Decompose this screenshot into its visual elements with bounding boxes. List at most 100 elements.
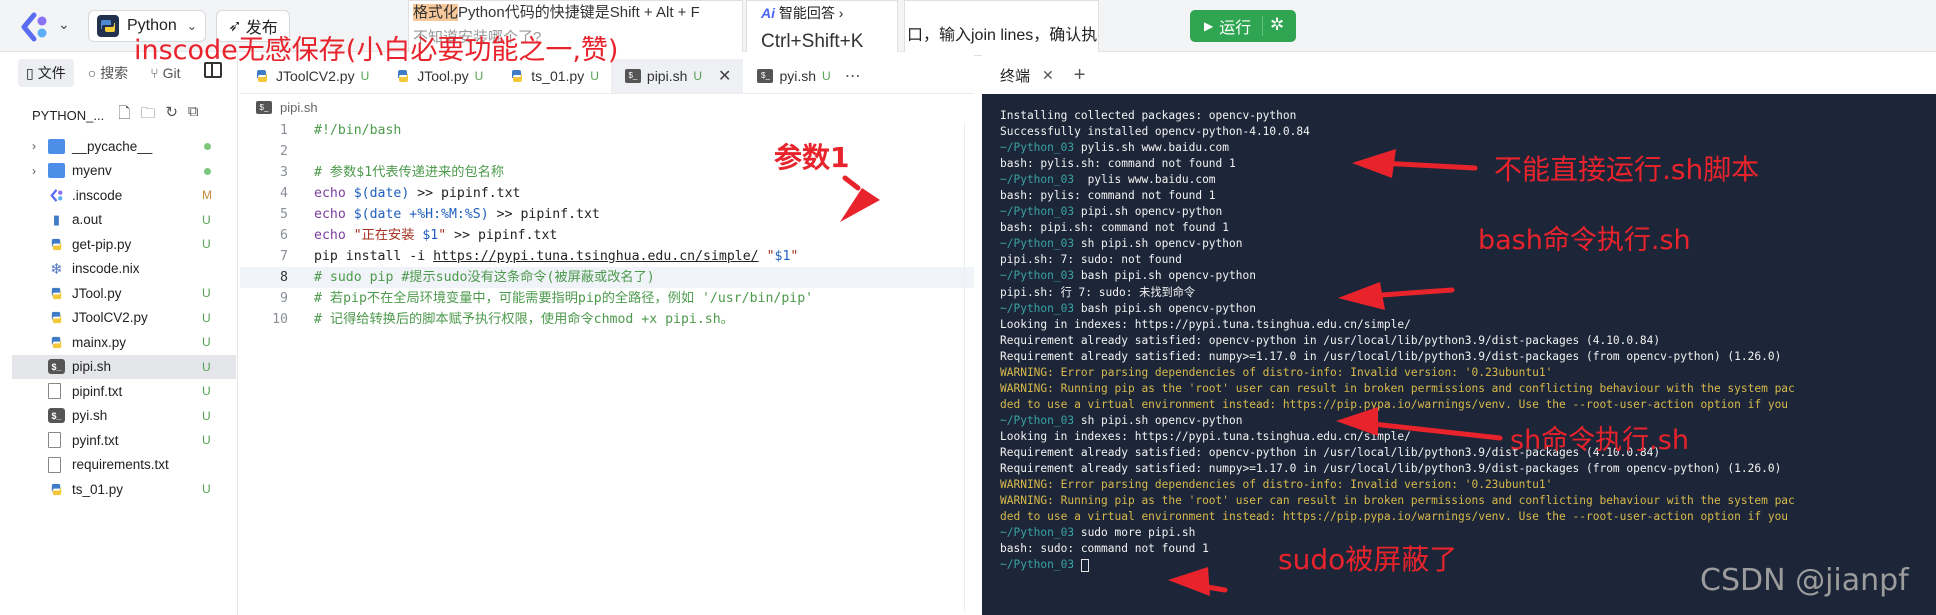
- git-icon: ⑂: [150, 65, 159, 81]
- more-tabs-icon[interactable]: ⋯: [845, 66, 861, 86]
- close-icon[interactable]: ✕: [1042, 67, 1054, 84]
- terminal-prompt: ~/Python_03: [1000, 269, 1075, 283]
- file-item[interactable]: $_ pyi.sh U: [12, 404, 236, 429]
- tab-label: 文件: [37, 65, 66, 81]
- file-item[interactable]: get-pip.py U: [12, 232, 236, 257]
- git-status-badge: U: [474, 68, 484, 83]
- file-item[interactable]: JToolCV2.py U: [12, 306, 236, 331]
- tip-card-ai[interactable]: Ai 智能回答 › Ctrl+Shift+K: [746, 0, 898, 56]
- breadcrumb[interactable]: $_ pipi.sh: [256, 100, 318, 115]
- terminal-prompt: ~/Python_03: [1000, 173, 1075, 187]
- terminal-line: Successfully installed opencv-python-4.1…: [1000, 125, 1310, 139]
- tip-card-join[interactable]: 口，输入join lines，确认执: [904, 0, 1099, 56]
- refresh-icon[interactable]: ↻: [165, 103, 178, 128]
- line-number: 1: [280, 123, 288, 138]
- editor-tab[interactable]: $_ pyi.sh U: [743, 59, 842, 93]
- tab-search[interactable]: ○ 搜索: [80, 59, 136, 87]
- run-button[interactable]: ▶ 运行 ✲: [1190, 10, 1296, 42]
- close-icon[interactable]: ✕: [718, 66, 731, 86]
- file-item[interactable]: ❄ inscode.nix: [12, 257, 236, 282]
- python-file-icon: [51, 336, 62, 348]
- folder-item[interactable]: › ■ myenv: [12, 159, 236, 184]
- editor-scrollbar[interactable]: [964, 122, 974, 612]
- file-item[interactable]: $_ pipi.sh U: [12, 354, 236, 379]
- new-folder-icon[interactable]: 🗀: [140, 103, 155, 128]
- chevron-down-icon[interactable]: ⌄: [58, 16, 70, 33]
- file-item[interactable]: pyinf.txt U: [12, 428, 236, 453]
- terminal-tab-label: 终端: [1000, 67, 1031, 85]
- file-name: JToolCV2.py: [72, 310, 148, 326]
- ai-icon: Ai: [761, 5, 775, 21]
- terminal-line: ~/Python_03 bash pipi.sh opencv-python: [1000, 268, 1936, 284]
- file-item[interactable]: ▮ a.out U: [12, 208, 236, 233]
- line-text: pip install -i https://pypi.tuna.tsinghu…: [314, 249, 799, 264]
- python-file-icon: [51, 238, 62, 250]
- watermark: CSDN @jianpf: [1700, 563, 1909, 598]
- shell-file-icon: $_: [48, 359, 65, 375]
- tab-terminal[interactable]: 终端 ✕: [982, 65, 1068, 86]
- file-item[interactable]: ts_01.py U: [12, 477, 236, 502]
- annotation-cannot-run: 不能直接运行.sh脚本: [1494, 153, 1760, 186]
- file-item[interactable]: pipinf.txt U: [12, 379, 236, 404]
- add-terminal-icon[interactable]: +: [1074, 64, 1086, 87]
- file-item[interactable]: requirements.txt: [12, 453, 236, 478]
- code-line: 6 echo "正在安装 $1" >> pipinf.txt: [240, 225, 974, 246]
- file-item[interactable]: .inscode M: [12, 183, 236, 208]
- tab-files[interactable]: ▯ 文件: [18, 59, 74, 87]
- terminal-command: bash pipi.sh opencv-python: [1074, 269, 1256, 283]
- git-status-badge: U: [360, 68, 370, 83]
- line-number: 5: [280, 207, 288, 222]
- python-file-icon: [51, 287, 62, 299]
- terminal-tabs: 终端 ✕ +: [982, 58, 1936, 92]
- inscode-logo-icon[interactable]: [20, 12, 50, 42]
- file-name: a.out: [72, 212, 103, 228]
- shell-file-icon: $_: [48, 408, 65, 424]
- file-item[interactable]: JTool.py U: [12, 281, 236, 306]
- file-name: ts_01.py: [72, 481, 124, 497]
- folder-icon: ■: [48, 163, 65, 179]
- terminal-command: pipi.sh opencv-python: [1074, 205, 1223, 219]
- python-file-icon: [51, 483, 62, 495]
- terminal-line: Requirement already satisfied: numpy>=1.…: [1000, 349, 1782, 363]
- terminal-command: pylis.sh www.baidu.com: [1074, 141, 1230, 155]
- folder-item[interactable]: › ■ __pycache__: [12, 134, 236, 159]
- file-name: .inscode: [72, 187, 123, 203]
- file-name: inscode.nix: [72, 261, 140, 277]
- git-status-badge: U: [202, 310, 211, 325]
- file-name: mainx.py: [72, 334, 127, 350]
- code-editor: JToolCV2.py U JTool.py Uts_01.py U $_ pipi.sh U…: [240, 52, 974, 615]
- terminal-line: bash: sudo: command not found 1: [1000, 542, 1209, 556]
- terminal-line: WARNING: Running pip as the 'root' user …: [1000, 381, 1795, 395]
- file-icon: ▯: [26, 64, 34, 81]
- text-file-icon: [48, 383, 61, 400]
- text-file-icon: [48, 432, 61, 449]
- file-explorer-sidebar: ▯文件 ○搜索 ⑂Git PYTHON_... 🗋 🗀 ↻ ⧉ › ■ __pyca…: [0, 52, 238, 615]
- status-dot: [204, 167, 211, 175]
- line-text: echo "正在安装 $1" >> pipinf.txt: [314, 228, 558, 243]
- file-item[interactable]: mainx.py U: [12, 330, 236, 355]
- chevron-right-icon: ›: [838, 5, 844, 21]
- tip-text: Python代码的快捷键是Shift + Alt + F: [458, 4, 700, 21]
- shell-file-icon: $_: [757, 68, 774, 83]
- terminal-line: pipi.sh: 7: sudo: not found: [1000, 253, 1182, 267]
- terminal-prompt: ~/Python_03: [1000, 301, 1075, 315]
- terminal-command: bash pipi.sh opencv-python: [1074, 301, 1256, 315]
- code-line: 4 echo $(date) >> pipinf.txt: [240, 183, 974, 204]
- file-name: JTool.py: [72, 285, 122, 301]
- terminal-output[interactable]: Installing collected packages: opencv-py…: [982, 94, 1936, 615]
- code-area[interactable]: 1 #!/bin/bash 2 3 # 参数$1代表传递进来的包名称 4 echo $…: [240, 120, 974, 330]
- file-name: pyinf.txt: [72, 432, 119, 448]
- annotation-bash-run: bash命令执行.sh: [1478, 225, 1691, 256]
- run-label: 运行: [1219, 20, 1252, 37]
- gear-icon[interactable]: ✲: [1270, 15, 1284, 35]
- annotation-param: 参数1: [774, 141, 850, 174]
- git-status-badge: U: [202, 359, 211, 374]
- git-status-badge: U: [822, 68, 831, 83]
- git-status-badge: U: [202, 433, 211, 448]
- file-tree: › ■ __pycache__ › ■ myenv .inscode M ▮ a.out Uget-…: [12, 134, 236, 502]
- line-number: 8: [280, 270, 288, 285]
- new-file-icon[interactable]: 🗋: [118, 103, 130, 128]
- editor-tab[interactable]: $_ pipi.sh U ✕: [610, 58, 744, 93]
- line-text: # 记得给转换后的脚本赋予执行权限，使用命令chmod +x pipi.sh。: [314, 312, 734, 327]
- collapse-icon[interactable]: ⧉: [188, 103, 199, 128]
